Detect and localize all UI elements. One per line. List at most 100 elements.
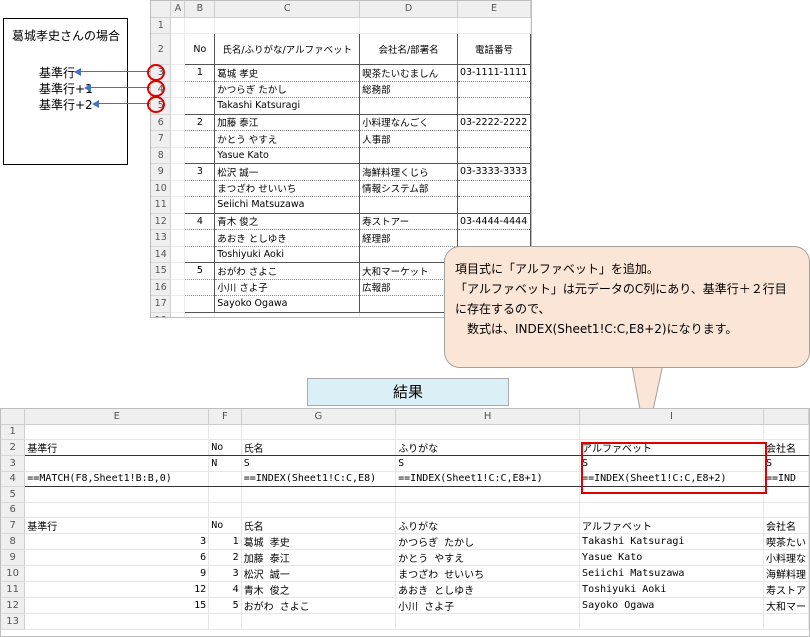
cell-g[interactable]: S <box>241 455 397 472</box>
cell-a[interactable] <box>170 262 186 280</box>
cell-phone[interactable] <box>457 196 531 214</box>
cell-e[interactable]: 基準行 <box>24 439 210 456</box>
cell-j[interactable]: ==IND <box>763 471 809 487</box>
cell-no[interactable] <box>184 246 216 263</box>
cell-f[interactable] <box>208 471 242 487</box>
cell-name[interactable]: おがわ さよこ <box>214 262 361 280</box>
cell-no[interactable] <box>184 180 216 197</box>
cell-no[interactable]: 5 <box>184 262 216 280</box>
select-all-corner[interactable] <box>151 1 172 18</box>
row-header[interactable]: 6 <box>151 114 172 131</box>
cell-i[interactable] <box>579 502 764 518</box>
cell-company[interactable]: 人事部 <box>359 130 458 148</box>
cell-name[interactable]: 氏名/ふりがな/アルファベット <box>214 33 361 65</box>
row-header[interactable]: 14 <box>151 246 172 263</box>
cell-name[interactable]: Toshiyuki Aoki <box>214 246 361 263</box>
row-header[interactable]: 15 <box>151 262 172 280</box>
cell-name[interactable]: かつらぎ たかし <box>214 81 361 98</box>
row-header[interactable]: 13 <box>1 613 26 630</box>
cell-j[interactable] <box>763 486 809 503</box>
cell-name[interactable]: 加藤 泰江 <box>214 114 361 131</box>
cell-h[interactable]: あおき としゆき <box>395 581 581 598</box>
row-header[interactable]: 11 <box>1 581 26 598</box>
cell-a[interactable] <box>170 246 186 263</box>
cell-name[interactable]: 青木 俊之 <box>214 213 361 230</box>
cell-a[interactable] <box>170 295 186 313</box>
cell-e[interactable]: ==MATCH(F8,Sheet1!B:B,0) <box>24 471 210 487</box>
cell-i[interactable]: Sayoko Ogawa <box>579 597 764 614</box>
cell-phone[interactable] <box>457 17 531 34</box>
cell-f[interactable] <box>208 486 242 503</box>
row-header[interactable]: 2 <box>151 33 172 65</box>
cell-name[interactable]: まつざわ せいいち <box>214 180 361 197</box>
cell-e[interactable]: 3 <box>24 533 210 550</box>
cell-phone[interactable]: 電話番号 <box>457 33 531 65</box>
cell-i[interactable]: Seiichi Matsuzawa <box>579 565 764 582</box>
row-header[interactable]: 10 <box>151 180 172 197</box>
cell-h[interactable]: ==INDEX(Sheet1!C:C,E8+1) <box>395 471 581 487</box>
column-header-i[interactable]: I <box>579 409 764 425</box>
cell-no[interactable]: 2 <box>184 114 216 131</box>
cell-g[interactable]: 松沢 誠一 <box>241 565 397 582</box>
cell-h[interactable]: かつらぎ たかし <box>395 533 581 550</box>
cell-no[interactable] <box>184 17 216 34</box>
cell-company[interactable]: 会社名/部署名 <box>359 33 458 65</box>
cell-no[interactable] <box>184 81 216 98</box>
cell-company[interactable] <box>359 17 458 34</box>
cell-e[interactable]: 9 <box>24 565 210 582</box>
cell-e[interactable]: 12 <box>24 581 210 598</box>
cell-phone[interactable]: 03-1111-1111 <box>457 64 531 82</box>
cell-a[interactable] <box>170 64 186 82</box>
cell-a[interactable] <box>170 114 186 131</box>
cell-a[interactable] <box>170 213 186 230</box>
cell-h[interactable]: まつざわ せいいち <box>395 565 581 582</box>
row-header[interactable]: 17 <box>151 295 172 313</box>
column-header-a[interactable]: A <box>170 1 186 18</box>
cell-a[interactable] <box>170 229 186 247</box>
cell-f[interactable]: 1 <box>208 533 242 550</box>
cell-a[interactable] <box>170 81 186 98</box>
cell-e[interactable] <box>24 502 210 518</box>
cell-a[interactable] <box>170 196 186 214</box>
cell-h[interactable]: S <box>395 455 581 472</box>
cell-g[interactable]: 葛城 孝史 <box>241 533 397 550</box>
cell-a[interactable] <box>170 147 186 164</box>
row-header[interactable]: 13 <box>151 229 172 247</box>
row-header[interactable]: 12 <box>151 213 172 230</box>
cell-g[interactable]: おがわ さよこ <box>241 597 397 614</box>
cell-j[interactable]: 喫茶たい <box>763 533 809 550</box>
cell-a[interactable] <box>170 17 186 34</box>
cell-j[interactable]: S <box>763 455 809 472</box>
cell-no[interactable] <box>184 147 216 164</box>
cell-company[interactable]: 喫茶たいむましん <box>359 64 458 82</box>
cell-h[interactable] <box>395 502 581 518</box>
cell-company[interactable]: 小料理なんごく <box>359 114 458 131</box>
cell-phone[interactable]: 03-2222-2222 <box>457 114 531 131</box>
cell-name[interactable]: Sayoko Ogawa <box>214 295 361 313</box>
column-header-f[interactable]: F <box>208 409 242 425</box>
cell-name[interactable]: 松沢 誠一 <box>214 163 361 181</box>
column-header-e[interactable]: E <box>457 1 531 18</box>
cell-f[interactable] <box>208 613 242 630</box>
cell-j[interactable]: 海鮮料理 <box>763 565 809 582</box>
cell-no[interactable] <box>184 97 216 115</box>
cell-phone[interactable] <box>457 81 531 98</box>
row-header[interactable]: 2 <box>1 439 26 456</box>
cell-a[interactable] <box>170 130 186 148</box>
column-header-d[interactable]: D <box>359 1 458 18</box>
cell-phone[interactable]: 03-3333-3333 <box>457 163 531 181</box>
cell-e[interactable]: 6 <box>24 549 210 566</box>
cell-company[interactable] <box>359 295 458 313</box>
cell-f[interactable]: No <box>208 439 242 456</box>
cell-e[interactable] <box>24 613 210 630</box>
cell-a[interactable] <box>170 97 186 115</box>
cell-j[interactable]: 寿ストア <box>763 581 809 598</box>
cell-phone[interactable] <box>457 97 531 115</box>
column-header-e[interactable]: E <box>24 409 210 425</box>
cell-j[interactable] <box>763 613 809 630</box>
cell-i[interactable]: Yasue Kato <box>579 549 764 566</box>
cell-company[interactable] <box>359 246 458 263</box>
cell-f[interactable]: 3 <box>208 565 242 582</box>
select-all-corner[interactable] <box>1 409 26 425</box>
cell-h[interactable] <box>395 486 581 503</box>
